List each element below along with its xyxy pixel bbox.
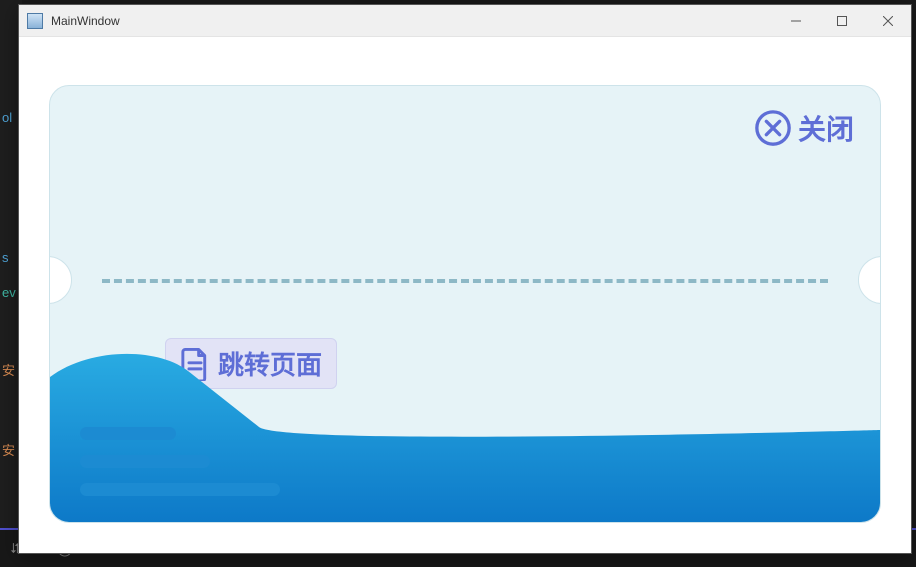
close-label: 关闭 [798,108,854,148]
app-window: MainWindow 关闭 [18,4,912,554]
close-button[interactable]: 关闭 [754,108,854,148]
app-icon [27,13,43,29]
ticket-notch [49,256,72,304]
ide-text: ev [2,285,16,300]
wave-footer [50,347,880,522]
titlebar[interactable]: MainWindow [19,5,911,37]
ide-text: 安 [2,440,15,459]
ticket-notch [858,256,881,304]
placeholder-line [80,483,280,496]
window-close-button[interactable] [865,5,911,37]
ticket-panel: 关闭 跳转页面 [49,85,881,523]
ide-text: s [2,250,9,265]
ide-text: ol [2,110,12,125]
placeholder-line [80,455,210,468]
placeholder-line [80,427,176,440]
window-title: MainWindow [51,14,120,28]
dashed-divider [102,279,828,283]
minimize-button[interactable] [773,5,819,37]
maximize-button[interactable] [819,5,865,37]
client-area: 关闭 跳转页面 [19,37,911,553]
close-circle-icon [754,109,792,147]
ide-text: 安 [2,360,15,379]
